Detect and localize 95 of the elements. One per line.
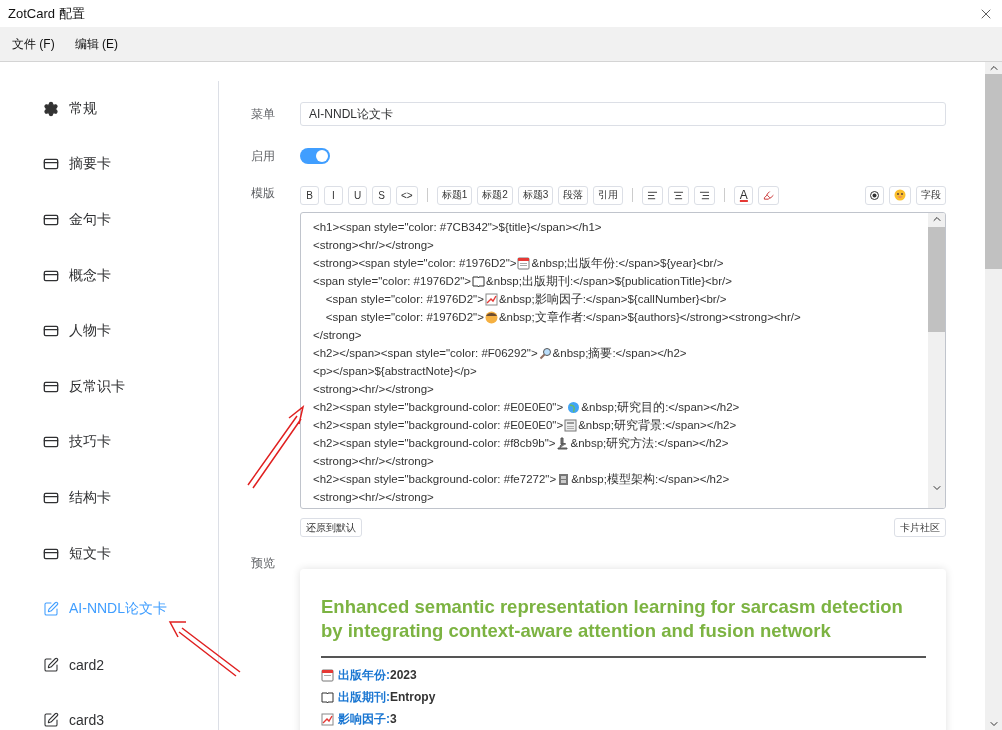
menu-item[interactable]: 编辑 (E): [74, 35, 118, 53]
highlight-button[interactable]: [758, 185, 780, 205]
code-text: <h2><span style="background-color: #E0E0E0">: [313, 400, 565, 415]
edit-icon: [43, 601, 59, 618]
menu-item[interactable]: 文件 (F): [12, 35, 55, 53]
book-icon: [321, 690, 334, 704]
magnifier-icon: [538, 346, 552, 360]
code-text: &nbsp;出版期刊:</span>${publicationTitle}<br/>: [486, 274, 732, 289]
align-left-button[interactable]: [642, 185, 664, 205]
toolbar-button[interactable]: B: [300, 185, 319, 205]
preview-field: 出版年份:2023: [338, 664, 417, 686]
film-icon: [557, 472, 571, 486]
record-button[interactable]: [865, 185, 884, 205]
sidebar-item[interactable]: 结构卡: [0, 470, 218, 526]
code-line: <p></span>${abstractNote}</p>: [313, 364, 478, 379]
toolbar-button[interactable]: I: [324, 185, 343, 205]
code-text: <strong><span style="color: #1976D2">: [313, 256, 517, 271]
enable-toggle[interactable]: [300, 148, 330, 164]
sidebar-item[interactable]: card3: [0, 692, 218, 730]
code-text: &nbsp;摘要:</span></h2>: [552, 346, 687, 361]
highlighter-icon: [763, 189, 775, 201]
chart-icon: [321, 712, 334, 726]
person-icon: [484, 310, 498, 324]
edit-icon: [43, 712, 59, 729]
code-text: &nbsp;出版年份:</span>${year}<br/>: [531, 256, 724, 271]
code-line: <strong><hr/></strong>: [313, 238, 435, 253]
sidebar-item[interactable]: card2: [0, 636, 218, 693]
emoji-button[interactable]: [889, 185, 911, 205]
code-line: <strong><hr/></strong>: [313, 490, 435, 505]
toolbar-button[interactable]: U: [348, 185, 367, 205]
chart-icon: [484, 292, 498, 306]
code-text: <span style="color: #1976D2">: [313, 274, 472, 289]
sidebar-item[interactable]: 概念卡: [0, 247, 218, 304]
code-text: &nbsp;文章作者:</span>${authors}</strong><strong><hr/>: [498, 310, 801, 325]
align-right-icon: [699, 189, 711, 201]
card-icon: [43, 212, 59, 228]
code-text: &nbsp;研究目的:</span></h2>: [581, 400, 740, 415]
align-center-button[interactable]: [668, 185, 690, 205]
align-center-icon: [673, 189, 685, 201]
toolbar-button[interactable]: 引用: [593, 185, 624, 205]
newspaper-icon: [564, 418, 578, 432]
menu-name-field[interactable]: AI-NNDL论文卡: [300, 102, 946, 126]
record-icon: [870, 190, 879, 200]
align-right-button[interactable]: [694, 185, 716, 205]
globe-icon: [567, 400, 581, 414]
toolbar-button[interactable]: 字段: [916, 185, 946, 205]
microscope-icon: [556, 436, 570, 450]
sidebar-item[interactable]: 技巧卡: [0, 414, 218, 471]
code-line: </strong>: [313, 328, 363, 343]
code-text: <span style="color: #1976D2">: [324, 310, 484, 325]
preview-field: 出版期刊:Entropy: [338, 686, 436, 708]
code-text: &nbsp;研究方法:</span></h2>: [570, 436, 729, 451]
sidebar-item[interactable]: 常规: [0, 81, 218, 137]
template-editor[interactable]: [300, 212, 946, 509]
sidebar-item[interactable]: 人物卡: [0, 303, 218, 359]
code-text: &nbsp;模型架构:</span></h2>: [571, 472, 730, 487]
code-text: &nbsp;研究背景:</span></h2>: [578, 418, 737, 433]
sidebar-item[interactable]: 金句卡: [0, 192, 218, 248]
field-label: 模版: [251, 185, 276, 202]
toolbar-button[interactable]: S: [372, 185, 391, 205]
text-color-button[interactable]: A: [734, 185, 754, 205]
code-line: <strong><hr/></strong>: [313, 382, 435, 397]
preview-title: Enhanced semantic representation learning for sarcasm detection by integrating context-aware attention and fusion network: [321, 595, 904, 643]
window-title: ZotCard 配置: [8, 4, 85, 23]
toolbar-button[interactable]: 标题2: [477, 185, 513, 205]
code-text: <h2><span style="background-color: #fe7272">: [313, 472, 557, 487]
field-label: 预览: [251, 555, 276, 572]
edit-icon: [43, 656, 59, 673]
code-text: <h2><span style="background-color: #f8cb9b">: [313, 436, 556, 451]
code-text: <h2></span><span style="color: #F06292">: [313, 346, 538, 361]
code-line: <h1><span style="color: #7CB342">${title}</span></h1>: [313, 220, 603, 235]
emoji-icon: [894, 189, 906, 201]
toolbar-button[interactable]: 标题3: [517, 185, 554, 205]
code-text: &nbsp;影响因子:</span>${callNumber}<br/>: [498, 292, 727, 307]
calendar-icon: [321, 668, 334, 682]
code-text: <h2><span style="background-color: #E0E0E0">: [313, 418, 564, 433]
toolbar-button[interactable]: 段落: [558, 185, 589, 205]
toolbar-button[interactable]: 标题1: [436, 185, 473, 205]
field-label: 菜单: [251, 106, 276, 123]
code-text: <span style="color: #1976D2">: [324, 292, 484, 307]
code-line: <strong><hr/></strong>: [313, 454, 435, 469]
scrollbar[interactable]: [928, 213, 945, 508]
settings-icon: [43, 100, 59, 117]
sidebar-item[interactable]: 短文卡: [0, 525, 218, 582]
sidebar-item[interactable]: 摘要卡: [0, 136, 218, 193]
toolbar-button[interactable]: <>: [396, 185, 418, 205]
sidebar-item[interactable]: 反常识卡: [0, 358, 218, 415]
community-button[interactable]: 卡片社区: [894, 518, 946, 537]
book-icon: [472, 274, 486, 288]
scrollbar[interactable]: [985, 62, 1002, 730]
calendar-icon: [517, 256, 531, 270]
align-left-icon: [647, 189, 659, 201]
reset-button[interactable]: 还原到默认: [300, 518, 362, 537]
field-label: 启用: [251, 148, 276, 165]
preview-field: 影响因子:3: [338, 708, 397, 730]
